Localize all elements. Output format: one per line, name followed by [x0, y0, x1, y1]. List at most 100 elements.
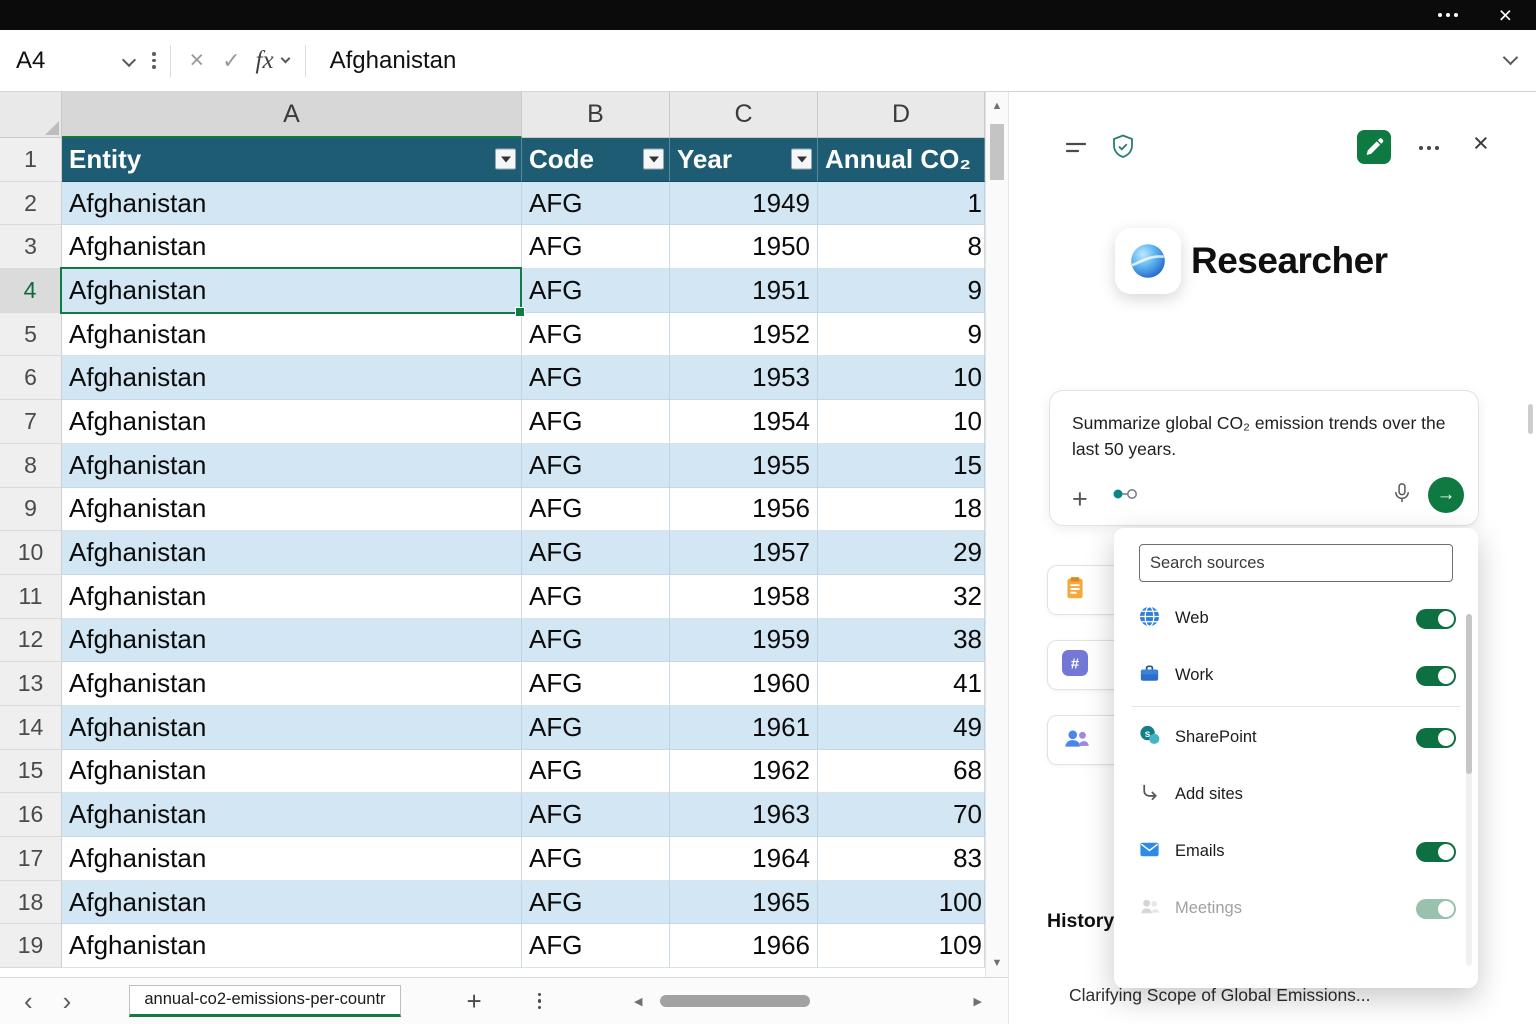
scrollbar-thumb[interactable] — [660, 995, 810, 1007]
cell[interactable]: Afghanistan — [62, 356, 522, 400]
cell[interactable]: Afghanistan — [62, 706, 522, 750]
cell[interactable]: Afghanistan — [62, 619, 522, 663]
vertical-scrollbar[interactable]: ▲ ▼ — [985, 92, 1008, 977]
cell[interactable]: AFG — [522, 837, 670, 881]
column-header-a[interactable]: A — [62, 92, 522, 138]
row-header-9[interactable]: 9 — [0, 488, 62, 532]
cell[interactable]: Afghanistan — [62, 225, 522, 269]
cell[interactable]: 29 — [818, 531, 985, 575]
source-item-web[interactable]: Web — [1114, 590, 1478, 647]
filter-dropdown-icon[interactable] — [643, 149, 664, 170]
cell[interactable]: 8 — [818, 225, 985, 269]
cell[interactable]: Afghanistan — [62, 269, 522, 313]
cell[interactable]: 68 — [818, 750, 985, 794]
cell[interactable]: 1 — [818, 182, 985, 226]
panel-scrollbar-thumb[interactable] — [1528, 404, 1533, 434]
sheet-prev-icon[interactable]: ‹ — [24, 988, 33, 1014]
cell[interactable]: AFG — [522, 662, 670, 706]
source-item-emails[interactable]: Emails — [1114, 823, 1478, 880]
row-header-3[interactable]: 3 — [0, 225, 62, 269]
select-all-corner[interactable] — [0, 92, 62, 138]
prompt-text[interactable]: Summarize global CO₂ emission trends ove… — [1072, 410, 1456, 463]
row-header-18[interactable]: 18 — [0, 881, 62, 925]
cell[interactable]: Afghanistan — [62, 182, 522, 226]
cell[interactable]: 10 — [818, 356, 985, 400]
scroll-down-icon[interactable]: ▼ — [986, 957, 1008, 969]
cell[interactable]: 1963 — [670, 793, 818, 837]
cell[interactable]: 1951 — [670, 269, 818, 313]
row-header-16[interactable]: 16 — [0, 793, 62, 837]
cell[interactable]: Afghanistan — [62, 444, 522, 488]
cell[interactable]: Afghanistan — [62, 662, 522, 706]
cell[interactable]: 1959 — [670, 619, 818, 663]
dropdown-scrollbar-thumb[interactable] — [1466, 614, 1472, 774]
source-item-add-sites[interactable]: Add sites — [1114, 766, 1478, 823]
meetings-toggle[interactable] — [1416, 899, 1456, 919]
row-header-6[interactable]: 6 — [0, 356, 62, 400]
formula-input[interactable]: Afghanistan — [330, 47, 1505, 75]
scroll-up-icon[interactable]: ▲ — [986, 100, 1008, 112]
cell[interactable]: 83 — [818, 837, 985, 881]
source-item-meetings[interactable]: Meetings — [1114, 880, 1478, 937]
chevron-down-icon[interactable] — [122, 52, 136, 66]
scrollbar-track[interactable] — [650, 993, 965, 1009]
web-toggle[interactable] — [1416, 609, 1456, 629]
header-cell-annual-co2[interactable]: Annual CO₂ — [818, 138, 985, 182]
cell[interactable]: Afghanistan — [62, 531, 522, 575]
row-header-1[interactable]: 1 — [0, 138, 62, 182]
history-item[interactable]: Clarifying Scope of Global Emissions... — [1069, 985, 1371, 1006]
insert-function-icon[interactable]: fx — [256, 47, 274, 75]
sharepoint-toggle[interactable] — [1416, 728, 1456, 748]
cell[interactable]: Afghanistan — [62, 924, 522, 968]
cell[interactable]: 1958 — [670, 575, 818, 619]
column-header-d[interactable]: D — [818, 92, 985, 138]
cell[interactable]: AFG — [522, 750, 670, 794]
cell[interactable]: AFG — [522, 269, 670, 313]
row-header-7[interactable]: 7 — [0, 400, 62, 444]
cell[interactable]: AFG — [522, 619, 670, 663]
row-header-4[interactable]: 4 — [0, 269, 62, 313]
cell[interactable]: 1950 — [670, 225, 818, 269]
cell[interactable]: AFG — [522, 575, 670, 619]
cell[interactable]: 109 — [818, 924, 985, 968]
cell[interactable]: Afghanistan — [62, 488, 522, 532]
panel-more-icon[interactable] — [1419, 146, 1439, 150]
work-toggle[interactable] — [1416, 666, 1456, 686]
cell[interactable]: 15 — [818, 444, 985, 488]
header-cell-code[interactable]: Code — [522, 138, 670, 182]
row-header-10[interactable]: 10 — [0, 531, 62, 575]
cell[interactable]: 1964 — [670, 837, 818, 881]
cell[interactable]: AFG — [522, 488, 670, 532]
cell[interactable]: Afghanistan — [62, 400, 522, 444]
cell[interactable]: Afghanistan — [62, 793, 522, 837]
enter-icon[interactable]: ✓ — [222, 48, 240, 74]
cell[interactable]: 49 — [818, 706, 985, 750]
cell[interactable]: Afghanistan — [62, 575, 522, 619]
source-item-sharepoint[interactable]: s SharePoint — [1114, 709, 1478, 766]
filter-dropdown-icon[interactable] — [791, 149, 812, 170]
window-close-icon[interactable]: × — [1499, 0, 1512, 30]
cell[interactable]: AFG — [522, 444, 670, 488]
cell[interactable]: AFG — [522, 531, 670, 575]
row-header-14[interactable]: 14 — [0, 706, 62, 750]
cell[interactable]: AFG — [522, 182, 670, 226]
row-header-17[interactable]: 17 — [0, 837, 62, 881]
cell[interactable]: 9 — [818, 313, 985, 357]
sheet-tab[interactable]: annual-co2-emissions-per-countr — [129, 985, 400, 1017]
row-header-11[interactable]: 11 — [0, 575, 62, 619]
row-header-5[interactable]: 5 — [0, 313, 62, 357]
cell[interactable]: 41 — [818, 662, 985, 706]
row-header-2[interactable]: 2 — [0, 182, 62, 226]
cell[interactable]: AFG — [522, 400, 670, 444]
chat-list-icon[interactable] — [1065, 138, 1089, 165]
sheet-options-icon[interactable] — [538, 993, 542, 1010]
row-header-15[interactable]: 15 — [0, 750, 62, 794]
cell[interactable]: 1952 — [670, 313, 818, 357]
sources-icon[interactable] — [1110, 484, 1140, 509]
row-header-8[interactable]: 8 — [0, 444, 62, 488]
cell[interactable]: 10 — [818, 400, 985, 444]
scroll-right-icon[interactable]: ▶ — [974, 995, 982, 1008]
cell[interactable]: AFG — [522, 225, 670, 269]
emails-toggle[interactable] — [1416, 842, 1456, 862]
add-sheet-icon[interactable]: + — [467, 986, 482, 1017]
